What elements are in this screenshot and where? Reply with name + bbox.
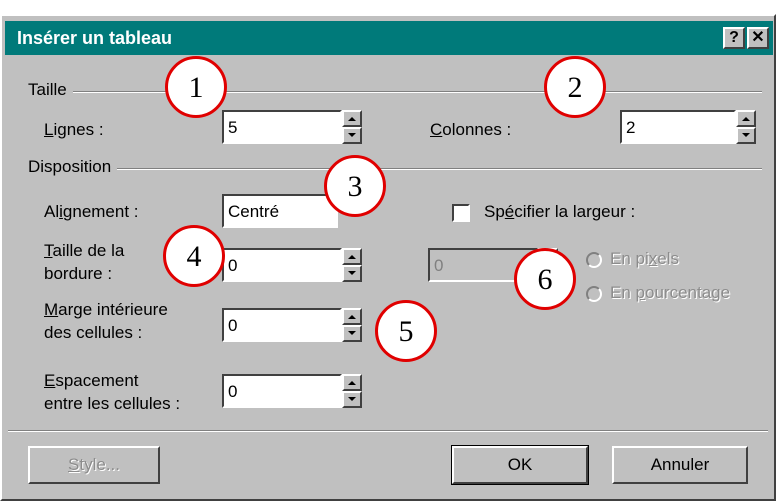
espacement-label-line1: Espacement	[44, 371, 139, 390]
lignes-down-arrow-icon[interactable]	[342, 127, 362, 144]
callout-marker-4: 4	[163, 225, 225, 287]
marge-up-arrow-icon[interactable]	[342, 308, 362, 325]
callout-marker-1: 1	[165, 56, 227, 118]
lignes-label: Lignes :	[44, 120, 104, 139]
bordure-up-arrow-icon[interactable]	[342, 248, 362, 265]
specifier-largeur-label: Spécifier la largeur :	[484, 202, 636, 221]
alignement-select[interactable]: Centré	[222, 194, 338, 228]
espacement-input[interactable]: 0	[222, 374, 342, 408]
ok-button[interactable]: OK	[451, 445, 589, 485]
specifier-largeur-checkbox[interactable]	[452, 204, 470, 222]
colonnes-input[interactable]: 2	[620, 110, 736, 144]
help-button[interactable]: ?	[723, 27, 745, 49]
title-bar: Insérer un tableau ? ✕	[5, 21, 773, 55]
bordure-down-arrow-icon[interactable]	[342, 265, 362, 282]
alignement-label: Alignement :	[44, 202, 139, 221]
colonnes-label: Colonnes :	[430, 120, 512, 139]
en-pixels-label: En pixels	[610, 249, 679, 268]
lignes-up-arrow-icon[interactable]	[342, 110, 362, 127]
dialog-title: Insérer un tableau	[17, 28, 173, 48]
espacement-spinner[interactable]	[342, 374, 362, 408]
annuler-button[interactable]: Annuler	[612, 446, 748, 484]
espacement-label-line2: entre les cellules :	[44, 394, 181, 413]
bordure-spinner[interactable]	[342, 248, 362, 282]
colonnes-spinner[interactable]	[736, 110, 756, 144]
lignes-input[interactable]: 5	[222, 110, 342, 144]
callout-marker-3: 3	[324, 155, 386, 217]
en-pourcentage-label: En pourcentage	[610, 283, 731, 302]
marge-input[interactable]: 0	[222, 308, 342, 342]
taille-group-rule	[32, 91, 762, 93]
disposition-group-rule	[32, 168, 762, 170]
disposition-group-label: Disposition	[28, 157, 118, 177]
bordure-input[interactable]: 0	[222, 248, 342, 282]
buttons-separator	[8, 430, 768, 432]
marge-label-line1: Marge intérieure	[44, 300, 168, 319]
callout-marker-6: 6	[514, 248, 576, 310]
espacement-down-arrow-icon[interactable]	[342, 391, 362, 408]
bordure-label-line1: Taille de la	[44, 241, 125, 260]
colonnes-down-arrow-icon[interactable]	[736, 127, 756, 144]
espacement-up-arrow-icon[interactable]	[342, 374, 362, 391]
close-button[interactable]: ✕	[747, 27, 769, 49]
taille-group-label: Taille	[28, 80, 73, 100]
colonnes-up-arrow-icon[interactable]	[736, 110, 756, 127]
lignes-spinner[interactable]	[342, 110, 362, 144]
marge-label-line2: des cellules :	[44, 323, 143, 342]
insert-table-dialog: Insérer un tableau ? ✕ Taille Lignes : 5…	[0, 14, 776, 501]
marge-spinner[interactable]	[342, 308, 362, 342]
en-pourcentage-radio	[586, 286, 602, 302]
callout-marker-2: 2	[544, 56, 606, 118]
style-button: Style...	[28, 446, 160, 484]
marge-down-arrow-icon[interactable]	[342, 325, 362, 342]
en-pixels-radio	[586, 252, 602, 268]
bordure-label-line2: bordure :	[44, 264, 113, 283]
callout-marker-5: 5	[375, 300, 437, 362]
